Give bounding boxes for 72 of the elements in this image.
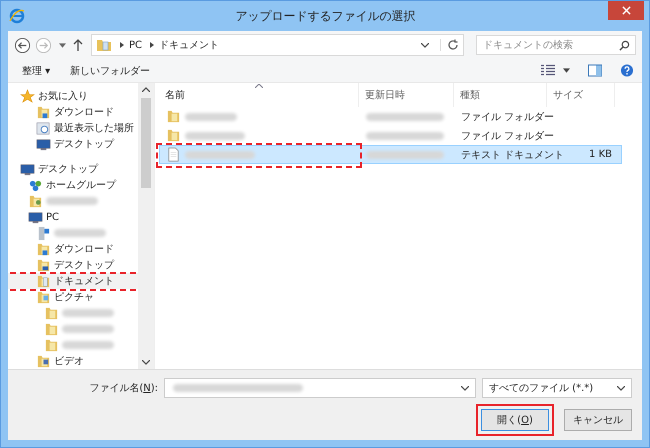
file-type: テキスト ドキュメント — [461, 148, 564, 162]
search-icon — [619, 40, 630, 51]
scrollbar-thumb[interactable] — [141, 98, 151, 188]
folder-icon — [44, 306, 59, 320]
tree-item[interactable]: ピクチャ — [8, 289, 138, 305]
close-icon — [622, 6, 630, 14]
tree-item[interactable]: デスクトップ — [8, 136, 138, 152]
computer-icon — [28, 210, 43, 224]
star-icon — [20, 88, 35, 104]
chevron-icon[interactable] — [120, 42, 124, 48]
back-button[interactable] — [14, 36, 31, 54]
view-options-icon[interactable] — [541, 64, 555, 77]
breadcrumb[interactable]: ドキュメント — [159, 38, 220, 52]
caret-icon[interactable] — [563, 68, 570, 73]
folder-icon — [28, 194, 43, 208]
folder-icon — [36, 274, 51, 288]
folder-icon — [44, 322, 59, 336]
tree-item[interactable]: お気に入り — [8, 88, 138, 104]
tree-item[interactable]: ダウンロード — [8, 104, 138, 120]
organize-menu[interactable]: 整理 ▾ — [16, 64, 56, 78]
up-arrow-icon[interactable] — [73, 39, 83, 51]
file-row[interactable]: ファイル フォルダー — [159, 107, 622, 126]
folder-icon — [166, 128, 181, 143]
folder-icon — [96, 37, 112, 53]
recent-places-icon — [36, 120, 51, 136]
file-type: ファイル フォルダー — [461, 130, 554, 142]
browser-icon — [9, 8, 25, 24]
chevron-icon[interactable] — [150, 42, 154, 48]
folder-icon — [36, 104, 51, 120]
refresh-icon[interactable] — [440, 39, 459, 51]
folder-icon — [36, 242, 51, 256]
tree-item[interactable]: デスクトップ — [8, 161, 138, 177]
scrollbar[interactable] — [138, 83, 154, 369]
file-size: 1 KB — [589, 149, 612, 160]
folder-icon — [166, 109, 181, 124]
monitor-icon — [20, 162, 35, 176]
column-header[interactable]: 種類 — [460, 88, 480, 102]
drive-icon — [36, 226, 51, 240]
file-type: ファイル フォルダー — [461, 110, 554, 124]
tree-item[interactable]: ドキュメント — [8, 273, 138, 289]
help-icon[interactable] — [620, 64, 634, 77]
tree-item[interactable]: ホームグループ — [8, 177, 138, 193]
scroll-down-icon[interactable] — [142, 360, 150, 365]
cancel-button[interactable]: キャンセル — [564, 409, 632, 431]
filename-field[interactable] — [164, 378, 476, 398]
tree-item[interactable]: PC — [8, 209, 138, 225]
folder-icon — [36, 258, 51, 272]
search-field[interactable]: ドキュメントの検索 — [476, 35, 636, 55]
file-row[interactable]: ファイル フォルダー — [159, 126, 622, 145]
monitor-icon — [36, 136, 51, 152]
column-header[interactable]: サイズ — [553, 88, 583, 102]
folder-icon — [36, 290, 51, 304]
open-button[interactable]: 開く(O) — [481, 409, 549, 431]
column-header[interactable]: 名前 — [165, 88, 185, 102]
breadcrumb[interactable]: PC — [129, 40, 142, 50]
new-folder-button[interactable]: 新しいフォルダー — [64, 64, 156, 78]
file-type-dropdown[interactable]: すべてのファイル (*.*) — [482, 378, 632, 398]
scroll-up-icon[interactable] — [142, 87, 150, 92]
filename-label: ファイル名(N): — [89, 382, 158, 395]
tree-item[interactable]: デスクトップ — [8, 257, 138, 273]
column-header[interactable]: 更新日時 — [365, 88, 405, 102]
tree-item[interactable]: ビデオ — [8, 353, 138, 369]
close-button[interactable] — [608, 1, 644, 20]
tree-item[interactable]: 最近表示した場所 — [8, 120, 138, 136]
folder-icon — [44, 338, 59, 352]
tree-item[interactable]: ダウンロード — [8, 241, 138, 257]
preview-pane-icon[interactable] — [588, 64, 602, 77]
caret-icon[interactable] — [59, 42, 66, 48]
folder-icon — [36, 354, 51, 368]
window-title: アップロードするファイルの選択 — [234, 8, 416, 24]
address-bar[interactable]: PC ドキュメント — [91, 34, 464, 56]
text-file-icon — [166, 147, 181, 162]
